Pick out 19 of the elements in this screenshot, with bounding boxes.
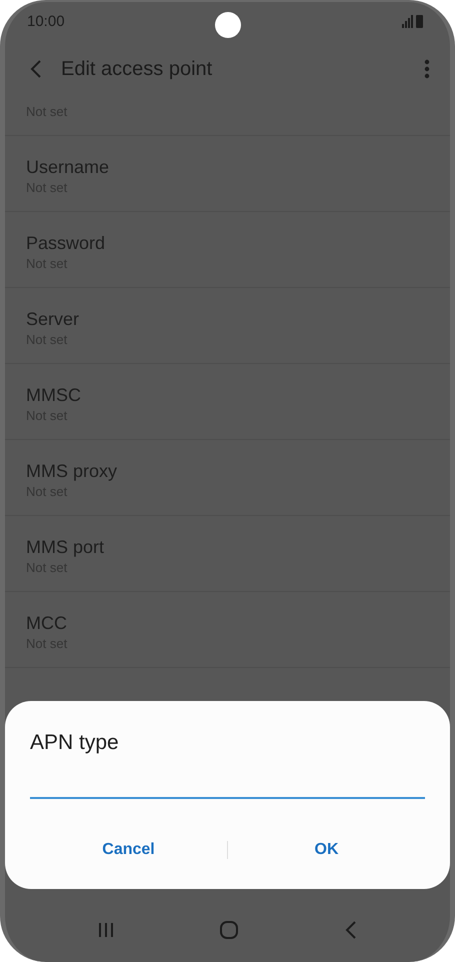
setting-label: MCC [26,613,68,634]
setting-label: Server [26,309,80,330]
setting-label: MMS proxy [26,461,118,482]
page-title: Edit access point [61,58,214,80]
ok-button[interactable]: OK [228,835,425,865]
recent-apps-icon [98,922,114,938]
signal-battery-icon [402,14,424,28]
setting-label: MMSC [26,385,82,406]
home-icon [220,921,238,939]
back-icon [344,921,357,939]
more-options-icon [424,59,430,79]
setting-label: Password [26,233,106,254]
back-icon [29,59,43,79]
dialog-title: APN type [30,731,120,755]
camera-icon [215,12,241,38]
setting-label: MMS port [26,537,106,558]
cancel-button[interactable]: Cancel [30,835,227,865]
status-time: 10:00 [27,12,65,30]
setting-label: Username [26,157,110,178]
